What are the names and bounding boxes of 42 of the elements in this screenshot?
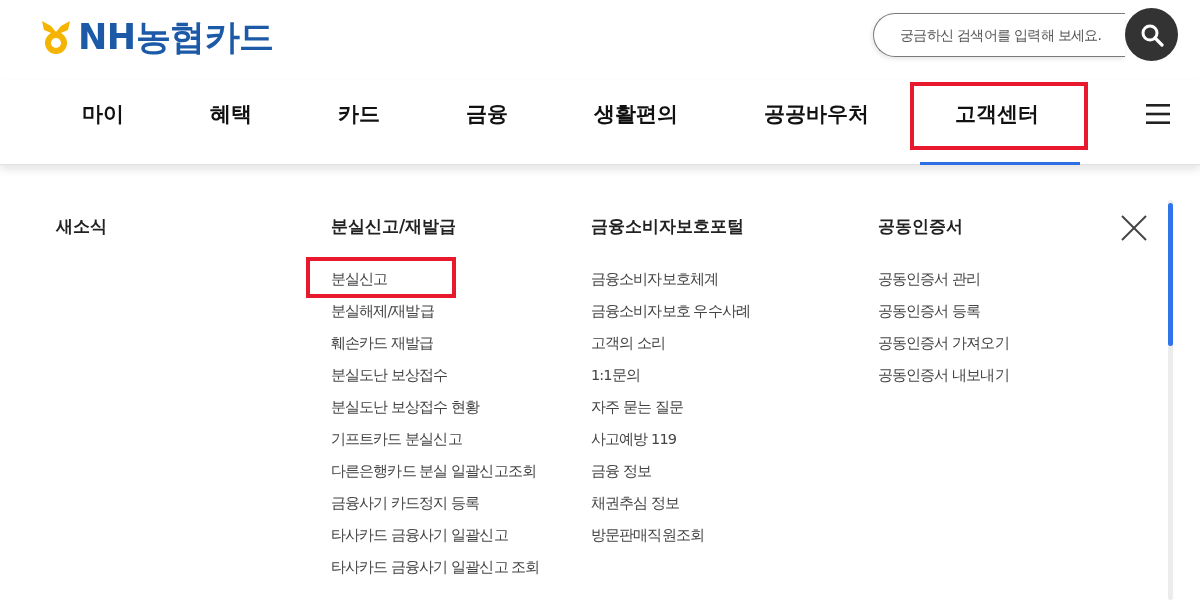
- menu-link[interactable]: 공동인증서 내보내기: [878, 367, 1009, 383]
- nav-tab[interactable]: 생활편의: [551, 80, 721, 165]
- logo-text[interactable]: NH농협카드: [78, 19, 274, 55]
- emblem-icon: [42, 20, 70, 54]
- menu-link[interactable]: 방문판매직원조회: [591, 527, 704, 543]
- nav-tab[interactable]: 카드: [295, 80, 423, 165]
- menu-link[interactable]: 분실신고: [331, 271, 388, 287]
- menu-link[interactable]: 분실도난 보상접수: [331, 367, 448, 383]
- menu-link[interactable]: 타사카드 금융사기 일괄신고 조회: [331, 559, 540, 575]
- menu-link[interactable]: 공동인증서 가져오기: [878, 335, 1009, 351]
- menu-link[interactable]: 금융소비자보호체계: [591, 271, 718, 287]
- nav-tab[interactable]: 고객센터: [912, 80, 1082, 165]
- menu-link[interactable]: 금융 정보: [591, 463, 652, 479]
- menu-link[interactable]: 고객의 소리: [591, 335, 666, 351]
- column-title: 금융소비자보호포털: [591, 215, 744, 237]
- menu-link[interactable]: 분실도난 보상접수 현황: [331, 399, 480, 415]
- nav-tab[interactable]: 금융: [423, 80, 551, 165]
- column-title: 새소식: [56, 215, 107, 237]
- menu-link[interactable]: 분실해제/재발급: [331, 303, 434, 319]
- search-field[interactable]: 궁금하신 검색어를 입력해 보세요.: [873, 12, 1125, 57]
- nav-tab[interactable]: 공공바우처: [721, 80, 912, 165]
- menu-link[interactable]: 자주 묻는 질문: [591, 399, 684, 415]
- menu-link[interactable]: 다른은행카드 분실 일괄신고조회: [331, 463, 536, 479]
- menu-link[interactable]: 1:1문의: [591, 367, 640, 383]
- column-title: 공동인증서: [878, 215, 963, 237]
- menu-link[interactable]: 훼손카드 재발급: [331, 335, 434, 351]
- nav-tab[interactable]: 혜택: [167, 80, 295, 165]
- menu-link[interactable]: 공동인증서 관리: [878, 271, 981, 287]
- menu-link[interactable]: 공동인증서 등록: [878, 303, 981, 319]
- close-icon[interactable]: [1121, 215, 1147, 241]
- menu-icon[interactable]: [1146, 104, 1170, 124]
- menu-link[interactable]: 타사카드 금융사기 일괄신고: [331, 527, 508, 543]
- menu-link[interactable]: 사고예방 119: [591, 431, 677, 447]
- search-button[interactable]: [1125, 8, 1178, 61]
- menu-link[interactable]: 금융사기 카드정지 등록: [331, 495, 480, 511]
- menu-link[interactable]: 기프트카드 분실신고: [331, 431, 462, 447]
- menu-link[interactable]: 금융소비자보호 우수사례: [591, 303, 750, 319]
- nav-tab[interactable]: 마이: [39, 80, 167, 165]
- scrollbar-thumb[interactable]: [1168, 203, 1173, 346]
- menu-link[interactable]: 채권추심 정보: [591, 495, 680, 511]
- search-icon: [1139, 22, 1164, 47]
- column-title: 분실신고/재발급: [331, 215, 457, 237]
